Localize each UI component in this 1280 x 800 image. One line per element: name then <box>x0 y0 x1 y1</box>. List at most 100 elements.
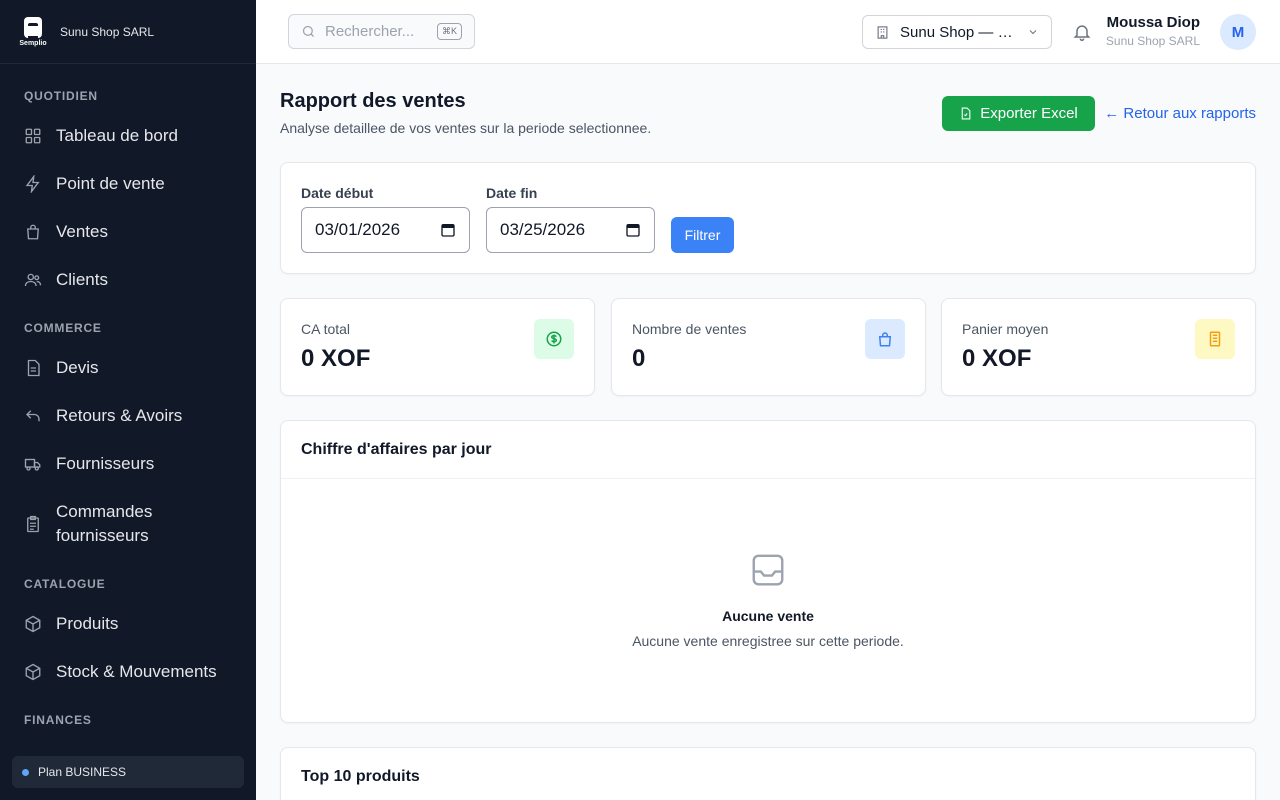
stat-icon-box <box>534 319 574 359</box>
calendar-icon <box>626 224 640 237</box>
store-select-value: Sunu Shop — Siège <box>900 23 1021 41</box>
sidebar-item-fournisseurs[interactable]: Fournisseurs <box>0 440 256 488</box>
section-title-quotidien: QUOTIDIEN <box>24 89 98 103</box>
sidebar-item-label: Devis <box>56 358 99 377</box>
box-icon <box>25 615 41 633</box>
receipt-icon <box>1209 331 1221 347</box>
stat-icon-box <box>1195 319 1235 359</box>
sidebar-item-label: Tableau de bord <box>56 126 178 145</box>
stat-value: 0 XOF <box>301 345 371 372</box>
start-date-input[interactable]: 03/01/2026 <box>301 207 470 253</box>
sidebar-item-label: Commandes fournisseurs <box>56 502 153 545</box>
sidebar-item-pos[interactable]: Point de vente <box>0 160 256 208</box>
brand[interactable]: Semplio Sunu Shop SARL <box>0 0 256 64</box>
stat-value: 0 <box>632 345 646 372</box>
lightning-icon <box>25 175 40 193</box>
avatar[interactable]: M <box>1220 14 1256 50</box>
dollar-icon <box>546 331 562 347</box>
stat-label: CA total <box>301 321 351 337</box>
sidebar-item-label: Retours & Avoirs <box>56 406 183 425</box>
daily-revenue-card: Chiffre d'affaires par jour Aucune vente… <box>280 420 1256 723</box>
stat-card-panier-moyen: Panier moyen 0 XOF <box>941 298 1256 396</box>
building-icon <box>877 25 888 39</box>
end-date-field: Date fin 03/25/2026 <box>486 185 655 253</box>
sidebar-item-retours[interactable]: Retours & Avoirs <box>0 392 256 440</box>
user-org: Sunu Shop SARL <box>1105 34 1200 48</box>
stat-label: Panier moyen <box>962 321 1049 337</box>
sidebar-item-label: Point de vente <box>56 174 165 193</box>
sidebar-item-ventes[interactable]: Ventes <box>0 208 256 256</box>
store-select[interactable]: Sunu Shop — Siège <box>862 15 1052 49</box>
calendar-icon <box>441 224 455 237</box>
search-placeholder: Rechercher... <box>325 23 415 40</box>
sidebar-item-commandes[interactable]: Commandes fournisseurs <box>0 488 256 560</box>
inbox-icon <box>752 554 784 586</box>
card-title: Chiffre d'affaires par jour <box>281 421 1255 479</box>
logo-text: Semplio <box>19 39 47 47</box>
page-title: Rapport des ventes <box>280 90 466 112</box>
sidebar: Semplio Sunu Shop SARL QUOTIDIEN Tableau… <box>0 0 256 800</box>
topbar: Rechercher... ⌘K Sunu Shop — Siège Mouss… <box>256 0 1280 64</box>
sidebar-item-devis[interactable]: Devis <box>0 344 256 392</box>
start-date-value: 03/01/2026 <box>315 220 401 239</box>
sidebar-item-dashboard[interactable]: Tableau de bord <box>0 112 256 160</box>
stat-card-nombre-ventes: Nombre de ventes 0 <box>611 298 926 396</box>
sidebar-item-label: Clients <box>56 270 108 289</box>
start-date-label: Date début <box>301 185 374 201</box>
logo-mark-icon <box>24 16 42 39</box>
sidebar-item-label: Stock & Mouvements <box>56 662 217 681</box>
filter-button[interactable]: Filtrer <box>671 217 734 253</box>
page-subtitle: Analyse detaillee de vos ventes sur la p… <box>280 120 652 136</box>
search-input[interactable]: Rechercher... ⌘K <box>288 14 475 49</box>
dashboard-icon <box>25 128 41 144</box>
end-date-value: 03/25/2026 <box>500 220 586 239</box>
sidebar-item-label: Produits <box>56 614 119 633</box>
end-date-label: Date fin <box>486 185 538 201</box>
sidebar-item-clients[interactable]: Clients <box>0 256 256 304</box>
user-info[interactable]: Moussa Diop Sunu Shop SARL <box>1106 14 1200 48</box>
users-icon <box>24 273 42 287</box>
export-excel-button[interactable]: Exporter Excel <box>942 96 1095 131</box>
section-title-finances: FINANCES <box>24 713 92 727</box>
file-icon <box>961 107 971 120</box>
user-name: Moussa Diop <box>1106 14 1200 31</box>
start-date-field: Date début 03/01/2026 <box>301 185 470 253</box>
empty-state: Aucune vente Aucune vente enregistree su… <box>281 551 1255 649</box>
plan-status-dot <box>22 768 29 776</box>
top-products-card: Top 10 produits <box>280 747 1256 800</box>
sidebar-item-stock[interactable]: Stock & Mouvements <box>0 648 256 696</box>
empty-text: Aucune vente enregistree sur cette perio… <box>632 633 904 649</box>
section-title-catalogue: CATALOGUE <box>24 577 106 591</box>
sidebar-item-label: Fournisseurs <box>56 454 155 473</box>
bag-icon <box>878 332 892 347</box>
bell-icon[interactable] <box>1072 22 1092 42</box>
document-icon <box>27 359 40 377</box>
section-title-commerce: COMMERCE <box>24 321 102 335</box>
sidebar-item-label: Ventes <box>56 222 108 241</box>
truck-icon <box>24 458 41 471</box>
sidebar-item-produits[interactable]: Produits <box>0 600 256 648</box>
main-content: Rapport des ventes Analyse detaillee de … <box>280 64 1256 800</box>
stat-icon-box <box>865 319 905 359</box>
stat-label: Nombre de ventes <box>632 321 747 337</box>
stat-card-ca-total: CA total 0 XOF <box>280 298 595 396</box>
empty-title: Aucune vente <box>722 608 814 624</box>
back-to-reports-link[interactable]: ← Retour aux rapports <box>1104 105 1256 122</box>
search-shortcut: ⌘K <box>436 23 462 40</box>
end-date-input[interactable]: 03/25/2026 <box>486 207 655 253</box>
chevron-down-icon <box>1029 30 1037 35</box>
page-header: Rapport des ventes Analyse detaillee de … <box>280 64 1256 162</box>
company-name: Sunu Shop SARL <box>60 24 155 39</box>
sidebar-nav: QUOTIDIEN Tableau de bord Point de vente… <box>0 64 256 736</box>
return-icon <box>26 410 40 422</box>
box-icon <box>25 663 41 681</box>
filter-card: Date début 03/01/2026 Date fin 03/25/202… <box>280 162 1256 274</box>
export-label: Exporter Excel <box>980 105 1078 122</box>
plan-badge[interactable]: Plan BUSINESS <box>12 756 244 788</box>
clipboard-icon <box>27 515 39 533</box>
card-title: Top 10 produits <box>301 768 420 785</box>
stat-value: 0 XOF <box>962 345 1032 372</box>
plan-label: Plan BUSINESS <box>38 765 127 779</box>
shopping-bag-icon <box>27 224 39 240</box>
search-icon <box>302 25 314 37</box>
